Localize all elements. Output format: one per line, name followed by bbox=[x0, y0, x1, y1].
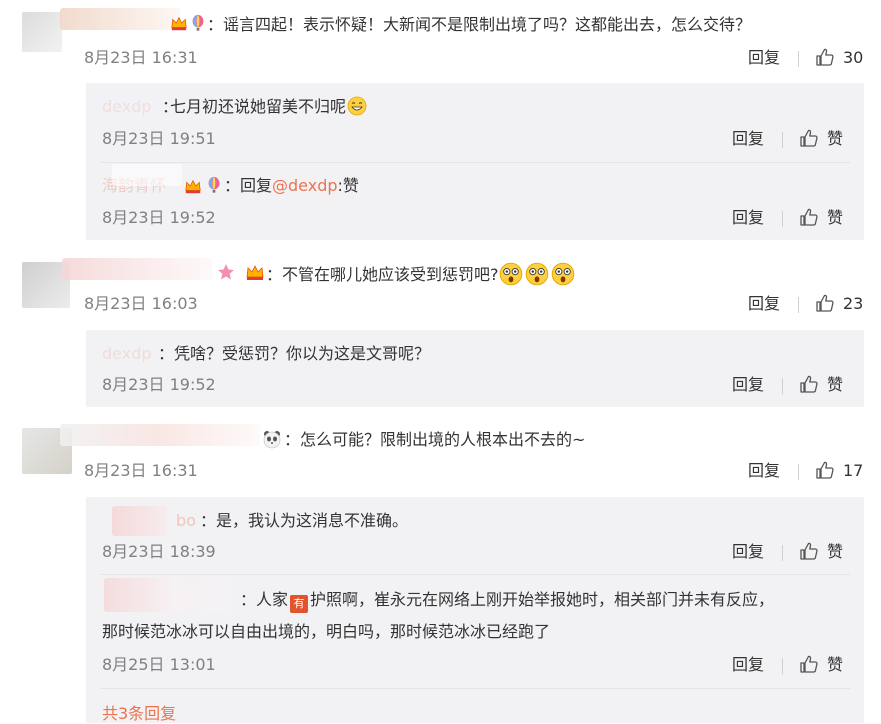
reply-divider bbox=[100, 162, 850, 163]
crown-badge-icon bbox=[244, 262, 266, 282]
reply-button[interactable]: 回复 bbox=[732, 654, 764, 676]
username-blurred[interactable] bbox=[112, 506, 167, 536]
comment-time: 8月23日 16:31 bbox=[84, 461, 198, 480]
username-blurred[interactable] bbox=[62, 258, 212, 280]
like-icon[interactable] bbox=[815, 460, 835, 480]
like-icon[interactable] bbox=[799, 541, 819, 561]
action-divider bbox=[798, 464, 799, 480]
comment-text: ：怎么可能？限制出境的人根本出不去的~ bbox=[284, 430, 586, 449]
username-blurred bbox=[100, 341, 158, 363]
reply-text: ：凭啥？受惩罚？你以为这是文哥呢？ bbox=[158, 344, 431, 363]
reply-divider bbox=[100, 574, 850, 575]
reply-username[interactable]: bo bbox=[176, 510, 196, 532]
action-divider bbox=[782, 545, 783, 561]
like-count[interactable]: 17 bbox=[843, 460, 863, 482]
like-count[interactable]: 23 bbox=[843, 293, 863, 315]
reply-time: 8月25日 13:01 bbox=[102, 655, 216, 674]
username-blurred[interactable] bbox=[60, 424, 260, 446]
like-button[interactable]: 赞 bbox=[827, 654, 843, 676]
you-badge-icon: 有 bbox=[290, 595, 309, 613]
like-button[interactable]: 赞 bbox=[827, 374, 843, 396]
reply-text: ：回复@dexdp:赞 bbox=[224, 176, 359, 195]
username-blurred bbox=[100, 94, 162, 116]
mention-link[interactable]: @dexdp bbox=[272, 176, 338, 195]
reply-text: ：人家有护照啊，崔永元在网络上刚开始举报她时，相关部门并未有反应， bbox=[240, 589, 774, 613]
reply-button[interactable]: 回复 bbox=[748, 460, 780, 482]
reply-time: 8月23日 19:52 bbox=[102, 208, 216, 227]
reply-divider bbox=[100, 688, 850, 689]
reply-time: 8月23日 18:39 bbox=[102, 542, 216, 561]
panda-badge-icon bbox=[262, 429, 282, 449]
grin-emoji-icon bbox=[347, 96, 367, 116]
action-divider bbox=[782, 658, 783, 674]
reply-button[interactable]: 回复 bbox=[732, 207, 764, 229]
reply-button[interactable]: 回复 bbox=[732, 128, 764, 150]
more-replies-link[interactable]: 共3条回复 bbox=[102, 704, 176, 724]
action-divider bbox=[798, 297, 799, 313]
shocked-emoji-icon bbox=[525, 262, 549, 286]
reply-text: ：是，我认为这消息不准确。 bbox=[200, 511, 409, 530]
reply-button[interactable]: 回复 bbox=[732, 374, 764, 396]
username-blurred[interactable] bbox=[104, 578, 244, 612]
shocked-emoji-icon bbox=[499, 262, 523, 286]
like-icon[interactable] bbox=[799, 654, 819, 674]
balloon-badge-icon bbox=[189, 14, 207, 32]
action-divider bbox=[798, 51, 799, 67]
action-divider bbox=[782, 211, 783, 227]
reply-time: 8月23日 19:51 bbox=[102, 129, 216, 148]
like-icon[interactable] bbox=[799, 207, 819, 227]
like-count[interactable]: 30 bbox=[843, 47, 863, 69]
like-button[interactable]: 赞 bbox=[827, 541, 843, 563]
comment-time: 8月23日 16:03 bbox=[84, 294, 198, 313]
star-badge-icon bbox=[216, 262, 236, 282]
reply-button[interactable]: 回复 bbox=[748, 293, 780, 315]
username-blurred bbox=[112, 164, 182, 186]
reply-button[interactable]: 回复 bbox=[732, 541, 764, 563]
reply-text-line2: 那时候范冰冰可以自由出境的，明白吗，那时候范冰冰已经跑了 bbox=[102, 622, 551, 641]
action-divider bbox=[782, 378, 783, 394]
username-blurred[interactable] bbox=[60, 8, 180, 30]
comment-text: ：谣言四起！表示怀疑！大新闻不是限制出境了吗？这都能出去，怎么交待？ bbox=[207, 15, 752, 34]
comment-text: ：不管在哪儿她应该受到惩罚吧? bbox=[266, 262, 575, 286]
reply-time: 8月23日 19:52 bbox=[102, 375, 216, 394]
crown-badge-icon bbox=[184, 177, 202, 195]
like-icon[interactable] bbox=[815, 293, 835, 313]
reply-text: 七月初还说她留美不归呢 bbox=[170, 96, 367, 118]
like-button[interactable]: 赞 bbox=[827, 128, 843, 150]
like-icon[interactable] bbox=[799, 128, 819, 148]
shocked-emoji-icon bbox=[551, 262, 575, 286]
action-divider bbox=[782, 132, 783, 148]
like-button[interactable]: 赞 bbox=[827, 207, 843, 229]
avatar[interactable] bbox=[22, 12, 62, 52]
like-icon[interactable] bbox=[815, 47, 835, 67]
like-icon[interactable] bbox=[799, 374, 819, 394]
comment-time: 8月23日 16:31 bbox=[84, 48, 198, 67]
crown-badge-icon bbox=[170, 14, 188, 32]
reply-button[interactable]: 回复 bbox=[748, 47, 780, 69]
balloon-badge-icon bbox=[205, 175, 223, 195]
